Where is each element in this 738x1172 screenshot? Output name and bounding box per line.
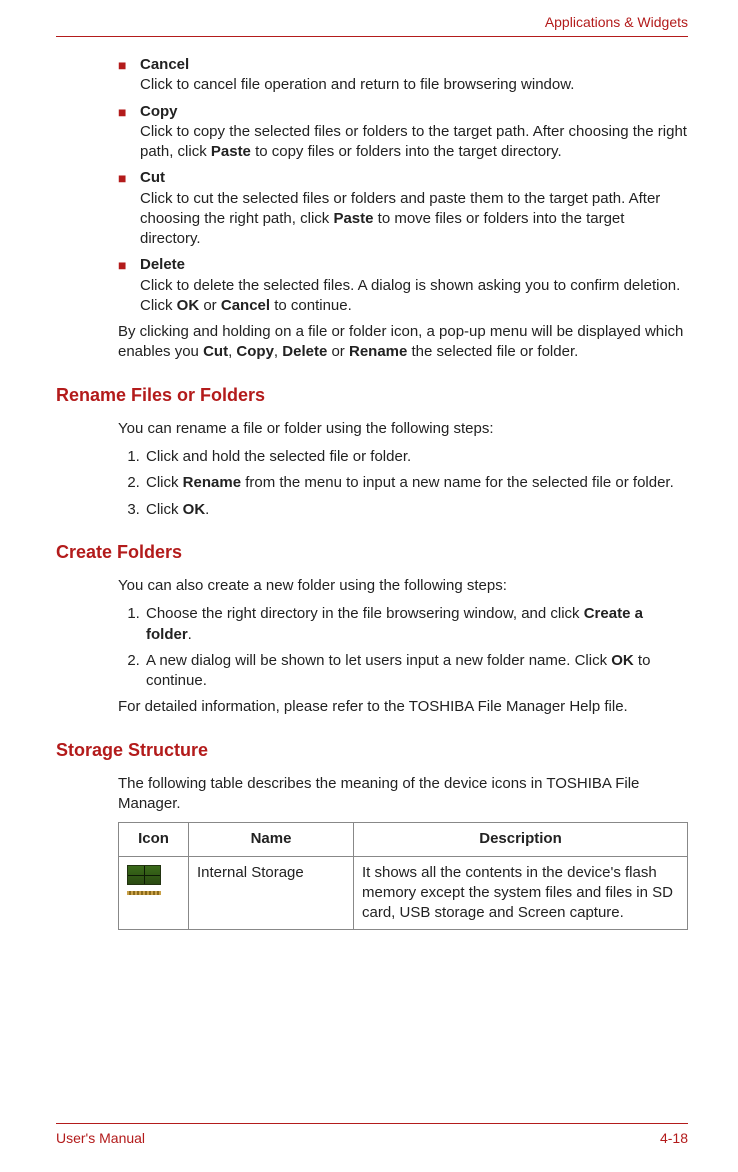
header-rule	[56, 36, 688, 37]
content-area: ■CancelClick to cancel file operation an…	[56, 55, 688, 930]
manual-page: Applications & Widgets ■CancelClick to c…	[0, 0, 738, 1172]
heading-storage: Storage Structure	[56, 738, 688, 762]
cell-name: Internal Storage	[189, 856, 354, 930]
create-intro: You can also create a new folder using t…	[118, 576, 688, 596]
col-description: Description	[354, 823, 688, 856]
bullet-body: CancelClick to cancel file operation and…	[140, 55, 688, 96]
rename-block: You can rename a file or folder using th…	[118, 419, 688, 520]
square-bullet-icon: ■	[118, 168, 140, 249]
create-steps-list: Choose the right directory in the file b…	[138, 604, 688, 691]
bullet-description: Click to delete the selected files. A di…	[140, 276, 688, 317]
col-name: Name	[189, 823, 354, 856]
footer-manual-label: User's Manual	[56, 1130, 145, 1146]
bullet-term: Cut	[140, 168, 688, 188]
list-item: Choose the right directory in the file b…	[144, 604, 688, 645]
rename-steps-list: Click and hold the selected file or fold…	[138, 447, 688, 520]
list-item: Click OK.	[144, 500, 688, 520]
context-menu-note: By clicking and holding on a file or fol…	[118, 322, 688, 363]
bullet-term: Delete	[140, 255, 688, 275]
bullet-body: DeleteClick to delete the selected files…	[140, 255, 688, 316]
heading-create: Create Folders	[56, 540, 688, 564]
header: Applications & Widgets	[56, 14, 688, 36]
bullet-term: Cancel	[140, 55, 688, 75]
rename-intro: You can rename a file or folder using th…	[118, 419, 688, 439]
create-block: You can also create a new folder using t…	[118, 576, 688, 718]
storage-block: The following table describes the meanin…	[118, 774, 688, 931]
storage-intro: The following table describes the meanin…	[118, 774, 688, 815]
bullet-description: Click to copy the selected files or fold…	[140, 122, 688, 163]
cell-icon	[119, 856, 189, 930]
footer-rule	[56, 1123, 688, 1124]
table-row: Internal StorageIt shows all the content…	[119, 856, 688, 930]
table-header-row: Icon Name Description	[119, 823, 688, 856]
list-item: Click Rename from the menu to input a ne…	[144, 473, 688, 493]
memory-chip-icon	[127, 865, 161, 885]
footer-page-number: 4-18	[660, 1130, 688, 1146]
heading-rename: Rename Files or Folders	[56, 383, 688, 407]
storage-table: Icon Name Description Internal StorageIt…	[118, 822, 688, 930]
bullet-description: Click to cancel file operation and retur…	[140, 75, 688, 95]
cell-description: It shows all the contents in the device'…	[354, 856, 688, 930]
bullet-description: Click to cut the selected files or folde…	[140, 189, 688, 250]
bullet-item: ■CopyClick to copy the selected files or…	[118, 102, 688, 163]
square-bullet-icon: ■	[118, 102, 140, 163]
bullet-list-block: ■CancelClick to cancel file operation an…	[118, 55, 688, 363]
bullet-item: ■CancelClick to cancel file operation an…	[118, 55, 688, 96]
bullet-body: CutClick to cut the selected files or fo…	[140, 168, 688, 249]
bullet-body: CopyClick to copy the selected files or …	[140, 102, 688, 163]
square-bullet-icon: ■	[118, 55, 140, 96]
bullet-item: ■CutClick to cut the selected files or f…	[118, 168, 688, 249]
create-outro: For detailed information, please refer t…	[118, 697, 688, 717]
list-item: A new dialog will be shown to let users …	[144, 651, 688, 692]
memory-pins-icon	[127, 891, 161, 895]
footer: User's Manual 4-18	[56, 1123, 688, 1146]
bullet-term: Copy	[140, 102, 688, 122]
square-bullet-icon: ■	[118, 255, 140, 316]
col-icon: Icon	[119, 823, 189, 856]
header-section-title: Applications & Widgets	[545, 14, 688, 30]
list-item: Click and hold the selected file or fold…	[144, 447, 688, 467]
bullet-item: ■DeleteClick to delete the selected file…	[118, 255, 688, 316]
